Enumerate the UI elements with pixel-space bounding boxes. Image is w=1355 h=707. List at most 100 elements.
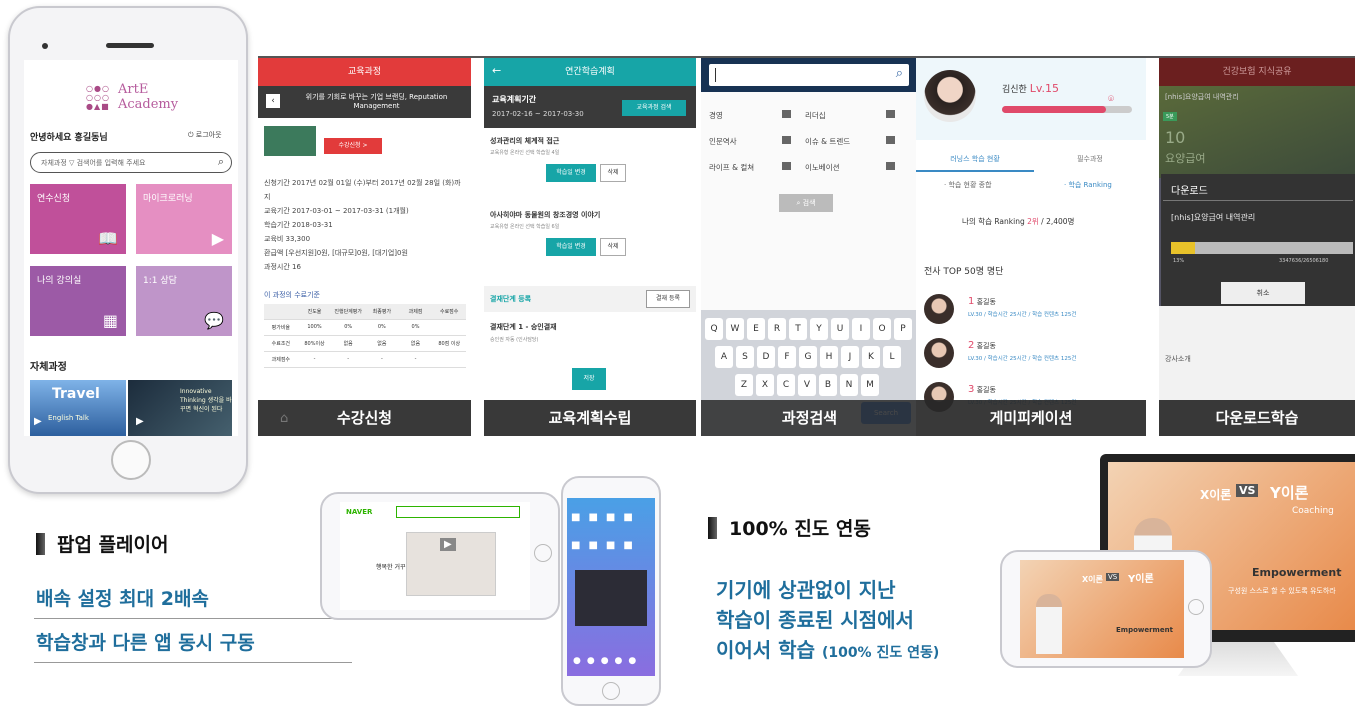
table-cell: 0% xyxy=(411,324,420,330)
progress-percent: 13% xyxy=(1173,258,1185,264)
home-button[interactable] xyxy=(111,440,151,480)
key-v[interactable]: V xyxy=(798,374,816,396)
sync-line2: 학습이 종료된 시점에서 xyxy=(716,608,914,632)
category-item[interactable]: 이슈 & 트렌드 xyxy=(805,136,897,147)
key-l[interactable]: L xyxy=(883,346,901,368)
key-f[interactable]: F xyxy=(778,346,796,368)
table-cell: 없음 xyxy=(410,341,421,347)
key-w[interactable]: W xyxy=(726,318,744,340)
search-button[interactable]: ⌕ 검색 xyxy=(779,194,833,212)
course-search-input[interactable]: ⌕ xyxy=(709,64,909,86)
big-sub: 요양급여 xyxy=(1165,152,1206,165)
search-icon[interactable]: ⌕ xyxy=(218,155,224,169)
search-icon[interactable]: ⌕ xyxy=(896,66,903,81)
table-cell: 80점 이상 xyxy=(438,341,461,347)
course-title-bar: 위기를 기회로 바꾸는 기업 브랜딩, Reputation Managemen… xyxy=(258,86,471,118)
key-i[interactable]: I xyxy=(852,318,870,340)
checkbox[interactable] xyxy=(782,162,791,170)
key-a[interactable]: A xyxy=(715,346,733,368)
category-item[interactable]: 인문역사 xyxy=(709,136,801,147)
delete-button[interactable]: 삭제 xyxy=(600,164,626,182)
key-g[interactable]: G xyxy=(799,346,817,368)
key-y[interactable]: Y xyxy=(810,318,828,340)
key-j[interactable]: J xyxy=(841,346,859,368)
tile-enroll[interactable]: 연수신청 📖 xyxy=(30,184,126,254)
delete-button[interactable]: 삭제 xyxy=(600,238,626,256)
tile-microlearning[interactable]: 마이크로러닝 ▶ xyxy=(136,184,232,254)
progress-bytes: 3347636/26506180 xyxy=(1279,258,1329,264)
subtab-ranking[interactable]: · 학습 Ranking xyxy=(1064,180,1112,190)
caption-text: 게미피케이션 xyxy=(989,409,1073,427)
section-bar-icon xyxy=(708,517,717,539)
checkbox[interactable] xyxy=(886,136,895,144)
logout-button[interactable]: ⏻ 로그아웃 xyxy=(188,130,222,140)
category-item[interactable]: 경영 xyxy=(709,110,801,121)
key-d[interactable]: D xyxy=(757,346,775,368)
caption-bar: 다운로드학습 xyxy=(1159,400,1355,436)
checkbox[interactable] xyxy=(782,110,791,118)
course-search-button[interactable]: 교육과정 검색 xyxy=(622,100,686,116)
key-s[interactable]: S xyxy=(736,346,754,368)
slide-footer: 구성원 스스로 할 수 있도록 유도하라 xyxy=(1228,587,1336,595)
course-thumb-innovation[interactable]: Innovative Thinking 생각을 바꾸면 혁신이 된다 ▶ xyxy=(128,380,232,436)
video-title: 행복한 거꾸 xyxy=(376,564,406,571)
key-k[interactable]: K xyxy=(862,346,880,368)
approval-register-button[interactable]: 결재 등록 xyxy=(646,290,690,308)
key-h[interactable]: H xyxy=(820,346,838,368)
search-input[interactable]: 자체과정 ▽ 검색어를 입력해 주세요 ⌕ xyxy=(30,152,232,173)
subtab-summary[interactable]: · 학습 현황 종합 xyxy=(944,180,992,190)
course-thumb-travel[interactable]: Travel English Talk ▶ xyxy=(30,380,126,436)
back-icon[interactable]: ‹ xyxy=(266,94,280,108)
apply-button[interactable]: 수강신청 > xyxy=(324,138,382,154)
key-b[interactable]: B xyxy=(819,374,837,396)
search-filter[interactable]: 자체과정 xyxy=(41,159,67,167)
table-cell: 80%이상 xyxy=(304,341,325,347)
category-item[interactable]: 이노베이션 xyxy=(805,162,897,173)
approval-sub: 승인권 자동 (인사담당) xyxy=(490,337,539,343)
sync-phone-screen: X이론 VS Y이론 Empowerment xyxy=(1020,560,1184,658)
play-icon[interactable]: ▶ xyxy=(440,538,456,551)
key-o[interactable]: O xyxy=(873,318,891,340)
screenshot-search: ⌕ 경영 리더십인문역사 이슈 & 트렌드라이프 & 컬쳐 이노베이션 ⌕ 검색 QW… xyxy=(701,58,918,436)
category-item[interactable]: 리더십 xyxy=(805,110,897,121)
key-z[interactable]: Z xyxy=(735,374,753,396)
rank-info: LV.30 / 학습시간 25시간 / 학습 컨텐츠 125건 xyxy=(968,312,1077,318)
my-ranking: 나의 학습 Ranking 2위 / 2,400명 xyxy=(962,217,1075,226)
tab-learning-status[interactable]: 러닝스 학습 현황 xyxy=(916,146,1034,172)
table-cell: 진도율 xyxy=(307,309,322,315)
tile-my-classroom[interactable]: 나의 강의실 ▦ xyxy=(30,266,126,336)
key-t[interactable]: T xyxy=(789,318,807,340)
save-button[interactable]: 저장 xyxy=(572,368,606,390)
checkbox[interactable] xyxy=(782,136,791,144)
key-q[interactable]: Q xyxy=(705,318,723,340)
checkbox[interactable] xyxy=(886,110,895,118)
key-m[interactable]: M xyxy=(861,374,879,396)
caption-text: 다운로드학습 xyxy=(1215,409,1299,427)
key-u[interactable]: U xyxy=(831,318,849,340)
tab-required[interactable]: 필수과정 xyxy=(1034,146,1146,172)
key-x[interactable]: X xyxy=(756,374,774,396)
landscape-screen: NAVER ▶ 행복한 거꾸 xyxy=(340,502,530,610)
slide-y: Y이론 xyxy=(1270,484,1309,502)
key-e[interactable]: E xyxy=(747,318,765,340)
change-date-button[interactable]: 학습일 변경 xyxy=(546,164,596,182)
key-c[interactable]: C xyxy=(777,374,795,396)
key-r[interactable]: R xyxy=(768,318,786,340)
back-icon[interactable]: ← xyxy=(492,64,501,77)
approval-step: 결재단계 1 - 승인결재 xyxy=(490,323,557,331)
naver-search-bar[interactable] xyxy=(396,506,520,518)
rank-name: 2 홍길동 xyxy=(968,340,996,351)
change-date-button[interactable]: 학습일 변경 xyxy=(546,238,596,256)
checkbox[interactable] xyxy=(886,162,895,170)
key-p[interactable]: P xyxy=(894,318,912,340)
table-cell: 진행단계평가 xyxy=(334,309,362,315)
slide-x: X이론 xyxy=(1200,488,1232,502)
top50-title: 전사 TOP 50명 명단 xyxy=(924,267,1004,277)
category-item[interactable]: 라이프 & 컬쳐 xyxy=(709,162,801,173)
key-n[interactable]: N xyxy=(840,374,858,396)
table-cell: 평가비율 xyxy=(271,325,291,331)
cancel-button[interactable]: 취소 xyxy=(1221,282,1305,304)
tile-consult[interactable]: 1:1 상담 💬 xyxy=(136,266,232,336)
logo-dots-icon: ○●○ ○○○ ●▲■ xyxy=(86,84,110,111)
popup-video[interactable] xyxy=(575,570,647,626)
